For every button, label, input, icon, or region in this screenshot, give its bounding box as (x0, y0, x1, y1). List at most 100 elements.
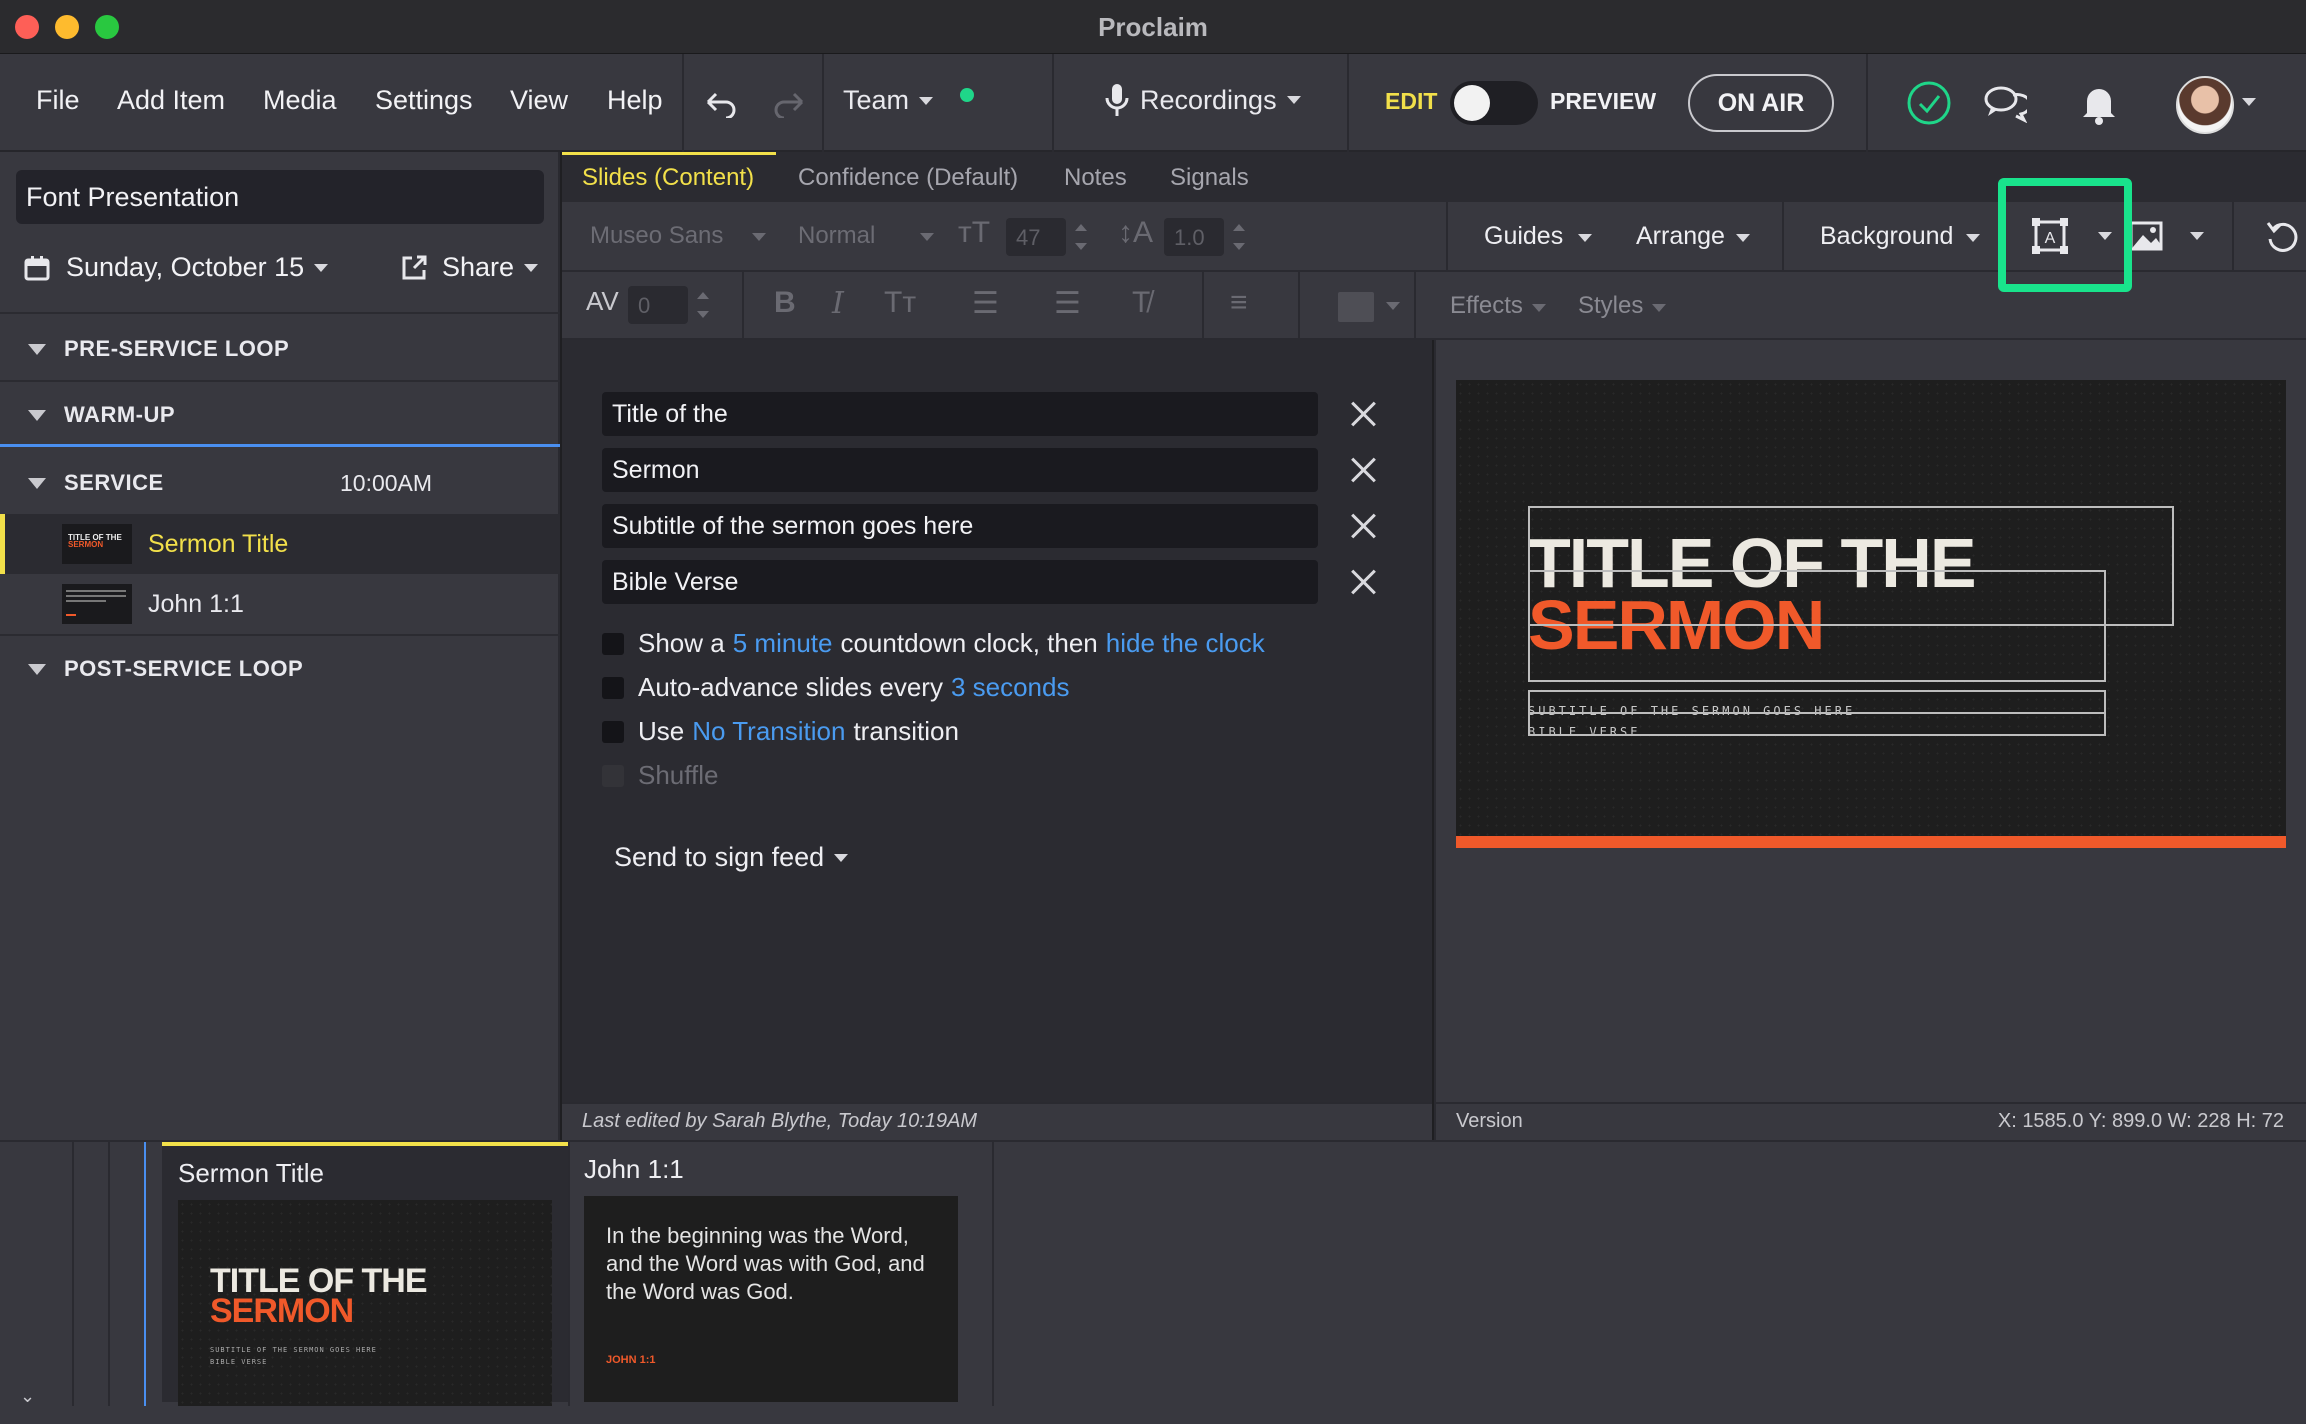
bible-verse-field[interactable]: Bible Verse (602, 560, 1318, 604)
countdown-option: Show a 5 minute countdown clock, then hi… (602, 628, 1273, 659)
preview-status-bar: Version X: 1585.0 Y: 899.0 W: 228 H: 72 (1434, 1102, 2306, 1140)
presentation-name-field[interactable]: Font Presentation (16, 170, 544, 224)
title-line2-field[interactable]: Sermon (602, 448, 1318, 492)
share-button[interactable]: Share (400, 252, 539, 283)
bold-icon[interactable]: B (774, 286, 796, 320)
line-height-stepper[interactable] (1232, 222, 1246, 252)
font-size-icon: ᴛT (958, 216, 991, 249)
date-picker[interactable]: Sunday, October 15 (24, 252, 329, 283)
card-label: John 1:1 (584, 1154, 684, 1184)
team-menu[interactable]: Team (843, 85, 934, 116)
avatar[interactable] (2176, 76, 2234, 134)
background-menu[interactable]: Background (1820, 222, 1953, 251)
check-circle-icon[interactable] (1906, 80, 1952, 126)
section-service[interactable]: SERVICE 10:00AM (0, 450, 560, 516)
filmstrip-card-sermon-title[interactable]: Sermon Title TITLE OF THE SERMON SUBTITL… (162, 1142, 570, 1406)
recordings-menu[interactable]: Recordings (1104, 82, 1301, 118)
slide-content-editor: Title of the Sermon Subtitle of the serm… (562, 340, 1432, 1102)
clear-format-icon[interactable]: T̸ (1132, 286, 1150, 320)
close-icon[interactable] (1348, 510, 1380, 542)
drop-indicator (0, 444, 560, 447)
font-family-select[interactable]: Museo Sans (590, 222, 723, 250)
tab-notes[interactable]: Notes (1064, 164, 1127, 192)
section-post-service-loop[interactable]: POST-SERVICE LOOP (0, 636, 560, 702)
filmstrip-card-john-1-1[interactable]: John 1:1 In the beginning was the Word, … (568, 1142, 976, 1402)
countdown-end-action-link[interactable]: hide the clock (1106, 628, 1265, 659)
auto-advance-option: Auto-advance slides every 3 seconds (602, 672, 1077, 703)
italic-icon[interactable]: I (832, 286, 844, 321)
font-size-input[interactable]: 47 (1006, 218, 1066, 256)
auto-advance-interval-link[interactable]: 3 seconds (951, 672, 1070, 703)
share-label: Share (442, 252, 515, 282)
color-swatch[interactable] (1338, 292, 1374, 322)
menu-help[interactable]: Help (607, 85, 663, 116)
chevron-down-icon (1966, 234, 1980, 242)
slide-preview[interactable]: TITLE OF THE SERMON SUBTITLE OF THE SERM… (1456, 380, 2286, 846)
section-warm-up[interactable]: WARM-UP (0, 382, 560, 448)
on-air-button[interactable]: ON AIR (1688, 74, 1834, 132)
chevron-down-icon (920, 233, 934, 241)
indent-icon[interactable]: ☰ (1054, 286, 1081, 321)
option-text: Use (638, 716, 685, 746)
list-item-sermon-title[interactable]: TITLE OF THE SERMON Sermon Title (0, 514, 560, 574)
list-item-john-1-1[interactable]: John 1:1 (0, 574, 560, 634)
guides-menu[interactable]: Guides (1484, 222, 1563, 251)
chat-icon[interactable] (1982, 80, 2028, 126)
line-height-input[interactable]: 1.0 (1164, 218, 1224, 256)
option-text: Show a (638, 628, 725, 658)
shuffle-checkbox[interactable] (602, 764, 624, 787)
list-icon[interactable]: ☰ (972, 286, 999, 321)
version-label[interactable]: Version (1456, 1110, 1523, 1132)
auto-advance-checkbox[interactable] (602, 676, 624, 699)
close-icon[interactable] (1348, 454, 1380, 486)
countdown-duration-link[interactable]: 5 minute (733, 628, 833, 659)
option-text: countdown clock, then (840, 628, 1098, 658)
section-pre-service-loop[interactable]: PRE-SERVICE LOOP (0, 316, 560, 382)
expand-icon[interactable]: ⌄ (20, 1386, 35, 1407)
edit-preview-toggle[interactable] (1450, 81, 1538, 125)
tracking-stepper[interactable] (696, 290, 710, 320)
text-case-icon[interactable]: Tт (884, 286, 916, 320)
image-icon[interactable] (2126, 218, 2166, 254)
tab-slides-content[interactable]: Slides (Content) (582, 164, 754, 192)
menu-settings[interactable]: Settings (375, 85, 473, 116)
menu-media[interactable]: Media (263, 85, 337, 116)
tab-signals[interactable]: Signals (1170, 164, 1249, 192)
styles-menu[interactable]: Styles (1578, 292, 1643, 320)
countdown-checkbox[interactable] (602, 632, 624, 655)
effects-menu[interactable]: Effects (1450, 292, 1523, 320)
section-label: PRE-SERVICE LOOP (64, 336, 290, 361)
transition-checkbox[interactable] (602, 720, 624, 743)
chevron-down-icon (1736, 234, 1750, 242)
send-to-sign-feed-button[interactable]: Send to sign feed (614, 842, 849, 873)
menu-view[interactable]: View (510, 85, 568, 116)
arrange-menu[interactable]: Arrange (1636, 222, 1725, 251)
disclosure-triangle-icon (28, 343, 46, 355)
reset-icon[interactable] (2262, 216, 2304, 258)
transition-type-link[interactable]: No Transition (692, 716, 845, 747)
redo-icon[interactable] (768, 82, 812, 126)
item-label: Sermon Title (148, 529, 289, 558)
chevron-down-icon[interactable] (2242, 98, 2256, 106)
subtitle-field[interactable]: Subtitle of the sermon goes here (602, 504, 1318, 548)
menu-file[interactable]: File (36, 85, 80, 116)
bell-icon[interactable] (2076, 80, 2122, 126)
item-label: John 1:1 (148, 589, 244, 618)
font-weight-select[interactable]: Normal (798, 222, 875, 250)
chevron-down-icon[interactable] (2190, 232, 2204, 240)
chevron-down-icon[interactable] (1386, 302, 1400, 310)
tab-confidence[interactable]: Confidence (Default) (798, 164, 1018, 192)
close-icon[interactable] (1348, 566, 1380, 598)
menu-add-item[interactable]: Add Item (117, 85, 225, 116)
disclosure-triangle-icon (28, 409, 46, 421)
option-text: Auto-advance slides every (638, 672, 943, 702)
option-text: Shuffle (638, 760, 719, 790)
close-icon[interactable] (1348, 398, 1380, 430)
drop-indicator (144, 1142, 146, 1406)
thumb-title-line2: SERMON (210, 1292, 354, 1330)
align-icon[interactable]: ≡ (1230, 286, 1248, 320)
font-size-stepper[interactable] (1074, 222, 1088, 252)
tracking-input[interactable]: 0 (628, 286, 688, 324)
undo-icon[interactable] (698, 82, 742, 126)
title-line1-field[interactable]: Title of the (602, 392, 1318, 436)
